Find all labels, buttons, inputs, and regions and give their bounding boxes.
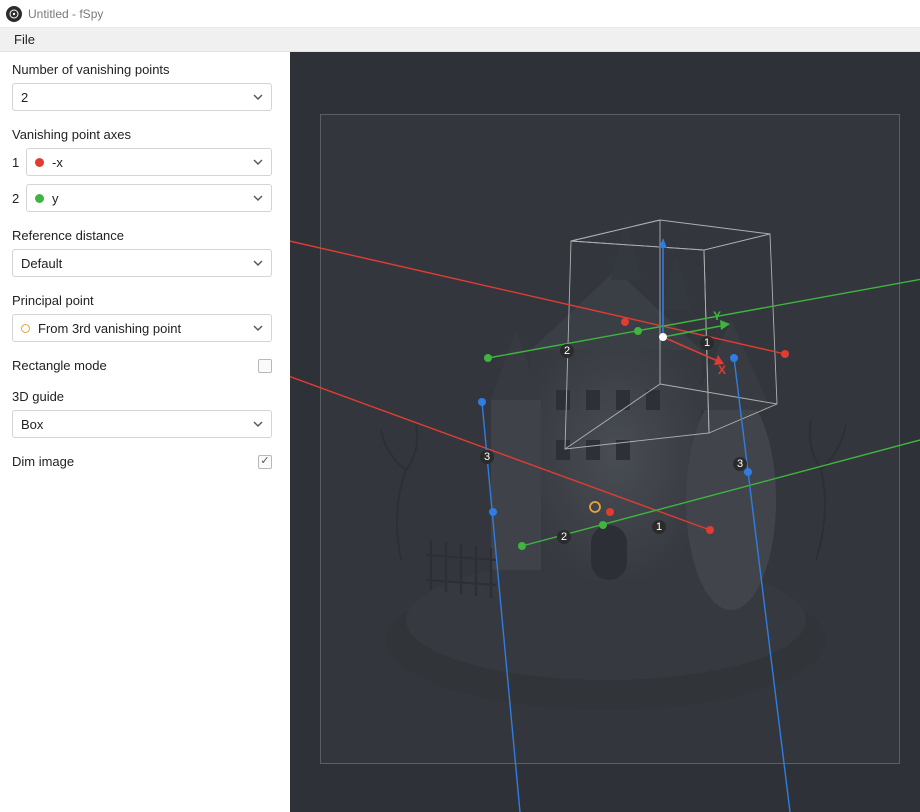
guide3d-value: Box <box>21 417 253 432</box>
guide3d-label: 3D guide <box>12 389 278 404</box>
chevron-down-icon <box>253 155 263 170</box>
axis-1-select[interactable]: -x <box>26 148 272 176</box>
guide3d-select[interactable]: Box <box>12 410 272 438</box>
ring-orange-icon <box>21 324 30 333</box>
rect-mode-label: Rectangle mode <box>12 358 107 373</box>
chevron-down-icon <box>253 417 263 432</box>
chevron-down-icon <box>253 256 263 271</box>
title-bar: Untitled - fSpy <box>0 0 920 28</box>
dim-overlay <box>321 115 899 763</box>
menu-bar: File <box>0 28 920 52</box>
dim-image-checkbox[interactable] <box>258 455 272 469</box>
num-vp-value: 2 <box>21 90 253 105</box>
principal-label: Principal point <box>12 293 278 308</box>
menu-file[interactable]: File <box>6 30 43 49</box>
rect-mode-checkbox[interactable] <box>258 359 272 373</box>
ref-dist-label: Reference distance <box>12 228 278 243</box>
dot-green-icon <box>35 194 44 203</box>
vp-axes-label: Vanishing point axes <box>12 127 278 142</box>
chevron-down-icon <box>253 191 263 206</box>
chevron-down-icon <box>253 321 263 336</box>
ref-dist-select[interactable]: Default <box>12 249 272 277</box>
dim-image-label: Dim image <box>12 454 74 469</box>
app-icon <box>6 6 22 22</box>
axis-1-index: 1 <box>12 155 26 170</box>
viewport[interactable]: Y X <box>290 52 920 812</box>
chevron-down-icon <box>253 90 263 105</box>
num-vp-select[interactable]: 2 <box>12 83 272 111</box>
axis-2-value: y <box>52 191 253 206</box>
axis-2-select[interactable]: y <box>26 184 272 212</box>
window-title: Untitled - fSpy <box>28 7 103 21</box>
ref-dist-value: Default <box>21 256 253 271</box>
axis-1-value: -x <box>52 155 253 170</box>
dot-red-icon <box>35 158 44 167</box>
principal-value: From 3rd vanishing point <box>38 321 253 336</box>
num-vp-label: Number of vanishing points <box>12 62 278 77</box>
axis-2-index: 2 <box>12 191 26 206</box>
principal-select[interactable]: From 3rd vanishing point <box>12 314 272 342</box>
image-canvas[interactable] <box>320 114 900 764</box>
sidebar: Number of vanishing points 2 Vanishing p… <box>0 52 290 812</box>
